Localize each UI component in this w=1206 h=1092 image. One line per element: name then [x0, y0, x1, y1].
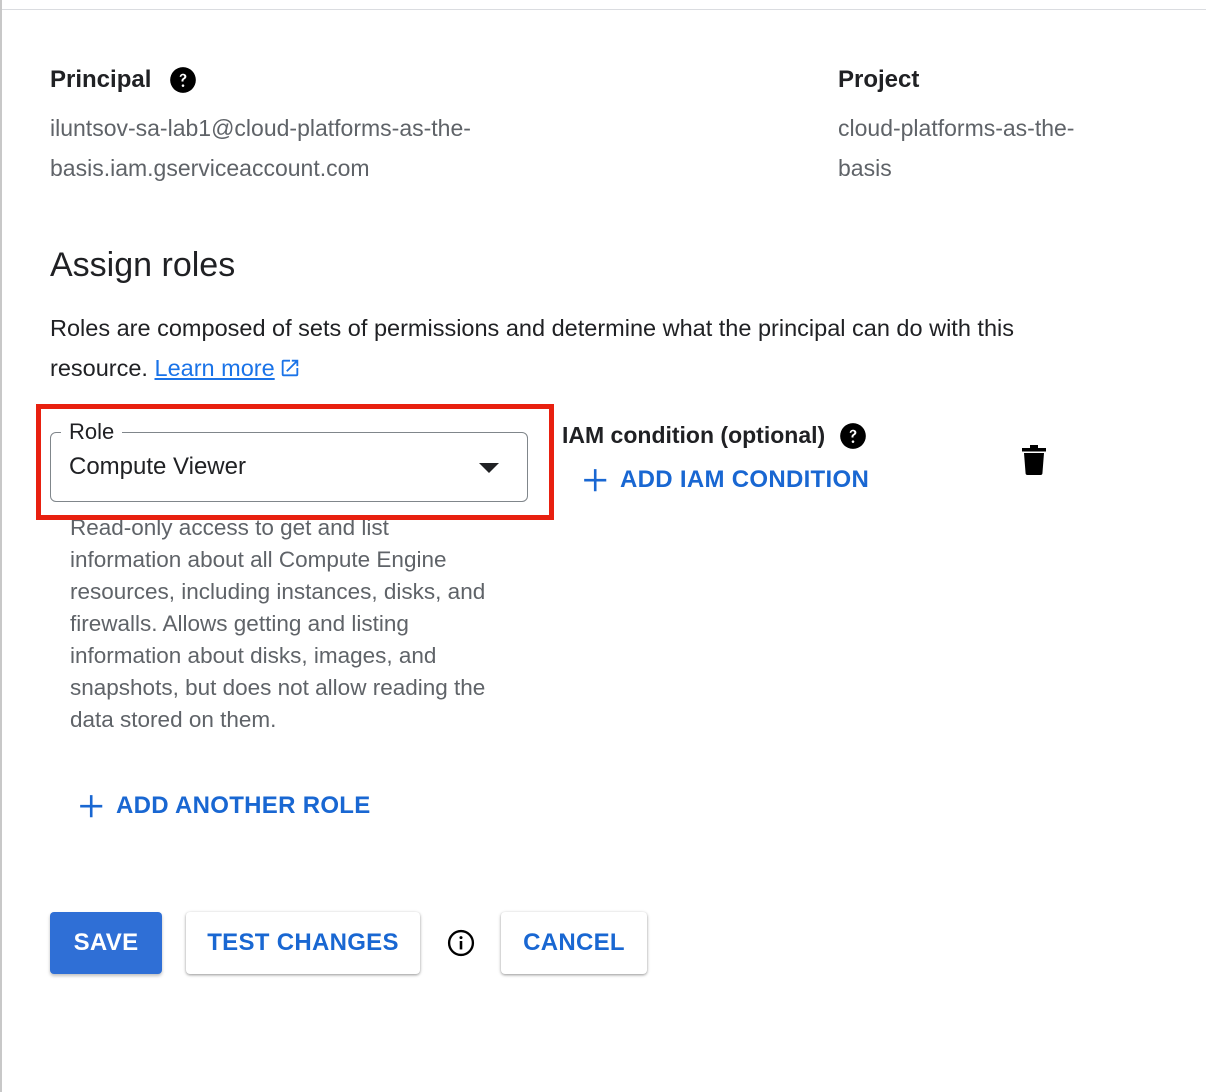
iam-condition-label: IAM condition (optional)	[562, 422, 826, 448]
trash-icon[interactable]	[1022, 445, 1046, 475]
section-description: Roles are composed of sets of permission…	[50, 308, 1050, 388]
save-button[interactable]: SAVE	[50, 912, 162, 974]
role-description: Read-only access to get and list informa…	[70, 520, 486, 732]
test-changes-button[interactable]: TEST CHANGES	[186, 912, 420, 974]
add-another-role-label: ADD ANOTHER ROLE	[116, 792, 371, 819]
principal-value-line1: iluntsov-sa-lab1@cloud-platforms-as-the-	[50, 115, 471, 141]
project-value-line2: basis	[838, 155, 892, 181]
role-description-container: Read-only access to get and list informa…	[70, 520, 500, 740]
help-icon[interactable]	[169, 66, 197, 94]
divider	[2, 9, 1206, 10]
section-title: Assign roles	[50, 246, 236, 284]
principal-label: Principal	[50, 66, 152, 93]
role-selected-value: Compute Viewer	[69, 453, 246, 480]
add-iam-condition-label: ADD IAM CONDITION	[620, 466, 870, 493]
principal-value-line2: basis.iam.gserviceaccount.com	[50, 155, 370, 181]
plus-icon	[80, 795, 103, 818]
role-select[interactable]: Role Compute Viewer	[50, 418, 528, 502]
role-field-label: Role	[61, 418, 123, 446]
plus-icon	[584, 469, 607, 492]
project-label: Project	[838, 66, 920, 93]
cancel-button[interactable]: CANCEL	[501, 912, 647, 974]
add-another-role-button[interactable]: ADD ANOTHER ROLE	[78, 792, 371, 820]
chevron-down-icon[interactable]	[479, 463, 499, 473]
window-edge	[0, 0, 2, 1092]
external-link-icon	[281, 359, 298, 377]
learn-more-link[interactable]: Learn more	[155, 355, 275, 381]
help-icon[interactable]	[839, 422, 867, 450]
project-value-line1: cloud-platforms-as-the-	[838, 115, 1075, 141]
info-icon[interactable]	[447, 929, 475, 957]
add-iam-condition-button[interactable]: ADD IAM CONDITION	[582, 466, 869, 494]
